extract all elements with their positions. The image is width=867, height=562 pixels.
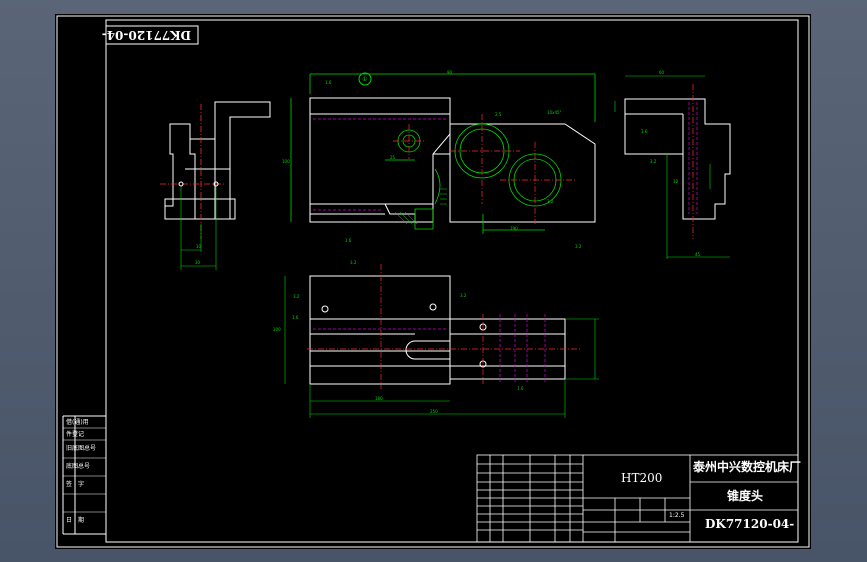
material-label: HT200 (621, 471, 663, 485)
dim-front-3: 2.5 (495, 112, 502, 117)
dim-left-2: 30 (195, 260, 201, 265)
dim-right-2: 1.6 (641, 129, 648, 134)
cad-viewport[interactable]: DK77120-04- 借(通)用 件登记 旧底图总号 底图总号 签 字 日 期… (0, 0, 867, 562)
dim-top-5: 100 (273, 327, 281, 332)
right-view (614, 75, 731, 259)
dim-top-8: 1.6 (517, 386, 524, 391)
dim-front-5: 90 (447, 70, 453, 75)
part-name: 锥度头 (727, 489, 764, 503)
drawing-sheet: DK77120-04- 借(通)用 件登记 旧底图总号 底图总号 签 字 日 期… (55, 14, 811, 549)
dim-top-7: 250 (430, 409, 438, 414)
dim-front-11: 1.6 (345, 238, 352, 243)
dim-top-2: 3.2 (293, 294, 300, 299)
stamp-label-old-base: 旧底图总号 (66, 445, 97, 452)
dim-top-1: 3.2 (350, 260, 357, 265)
title-drawing-number: DK77120-04- (705, 517, 795, 531)
scale-value: 1:2.5 (669, 512, 685, 519)
side-stamp-grid (63, 427, 106, 513)
front-view (290, 72, 596, 234)
stamp-label-date: 日 期 (66, 517, 85, 524)
stamp-label-borrow: 借(通)用 (66, 419, 89, 426)
dim-right-4: 10 (673, 179, 679, 184)
stamp-label-register: 件登记 (66, 431, 85, 438)
dim-front-4: 100 (282, 159, 290, 164)
dim-top-4: 3.2 (460, 293, 467, 298)
dim-front-6: 25 (390, 155, 396, 160)
rotated-drawing-number: DK77120-04- (101, 28, 191, 42)
dim-left-1: 10 (196, 244, 202, 249)
dim-front-1: 1.6 (325, 80, 332, 85)
dim-top-3: 1.6 (292, 315, 299, 320)
dim-right-1: 60 (659, 70, 665, 75)
dim-front-9: 3.2 (547, 199, 554, 204)
dim-front-7: 190 (510, 226, 518, 231)
dim-front-8: 10x45° (547, 110, 562, 115)
stamp-label-sign: 签 字 (66, 481, 85, 488)
left-view (160, 101, 271, 270)
dim-right-5: 45 (695, 252, 701, 257)
dim-right-3: 3.2 (650, 159, 657, 164)
company-name: 泰州中兴数控机床厂 (693, 460, 802, 474)
dim-front-2: ① (362, 76, 368, 83)
stamp-label-base: 底图总号 (66, 463, 91, 470)
dim-front-10: 3.2 (575, 244, 582, 249)
dim-top-6: 180 (375, 396, 383, 401)
top-view (284, 264, 599, 418)
